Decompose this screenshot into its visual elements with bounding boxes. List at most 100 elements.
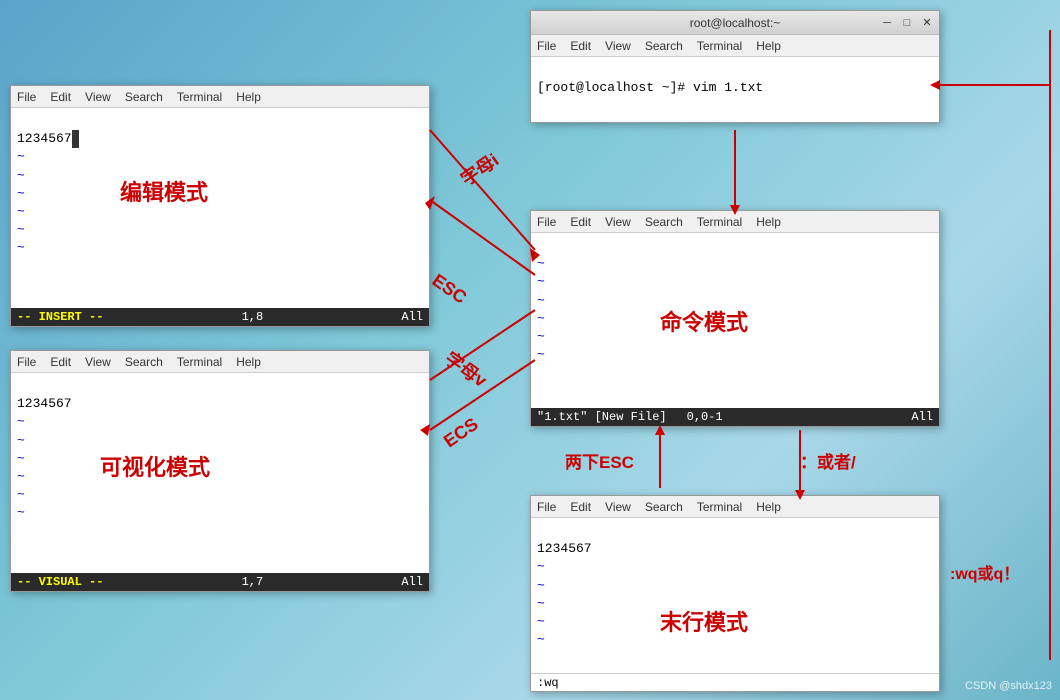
menu-search[interactable]: Search: [645, 39, 683, 53]
ll-menu-help[interactable]: Help: [756, 500, 781, 514]
cmd-menu-search[interactable]: Search: [645, 215, 683, 229]
menu-terminal[interactable]: Terminal: [697, 39, 742, 53]
ll-tilde4: ~: [537, 614, 545, 629]
ll-menu-edit[interactable]: Edit: [570, 500, 591, 514]
insert-menu-file[interactable]: File: [17, 90, 36, 104]
minimize-btn[interactable]: ─: [879, 15, 895, 31]
lastline-cmdline: :wq: [531, 673, 939, 691]
insert-tilde4: ~: [17, 204, 25, 219]
visual-all: All: [401, 575, 423, 589]
cmd-menu-terminal[interactable]: Terminal: [697, 215, 742, 229]
menu-view[interactable]: View: [605, 39, 631, 53]
edit-mode-annotation: 编辑模式: [120, 175, 208, 207]
ll-tilde2: ~: [537, 578, 545, 593]
insert-tilde1: ~: [17, 149, 25, 164]
ll-menu-search[interactable]: Search: [645, 500, 683, 514]
insert-statusbar: -- INSERT -- 1,8 All: [11, 308, 429, 326]
visual-mode-label: -- VISUAL --: [17, 575, 103, 589]
cmd-tilde4: ~: [537, 311, 545, 326]
two-esc-annotation: 两下ESC: [565, 448, 634, 473]
ll-tilde5: ~: [537, 632, 545, 647]
visual-line1: 1234567: [17, 396, 72, 411]
colon-or-slash-annotation: ：或者/: [800, 448, 856, 473]
ll-tilde1: ~: [537, 559, 545, 574]
insert-menu-search[interactable]: Search: [125, 90, 163, 104]
insert-line1: 1234567: [17, 131, 79, 146]
visual-tilde3: ~: [17, 451, 25, 466]
visual-menu-help[interactable]: Help: [236, 355, 261, 369]
insert-tilde5: ~: [17, 222, 25, 237]
visual-position: 1,7: [242, 575, 264, 589]
watermark: CSDN @shdx123: [965, 680, 1052, 692]
letter-v-annotation: 字母v: [440, 345, 493, 393]
visual-mode-window: File Edit View Search Terminal Help 1234…: [10, 350, 430, 592]
visual-tilde1: ~: [17, 414, 25, 429]
maximize-btn[interactable]: □: [899, 15, 915, 31]
top-terminal-title: root@localhost:~: [690, 16, 781, 30]
letter-i-annotation: 字母i: [455, 146, 504, 191]
command-mode-annotation: 命令模式: [660, 305, 748, 337]
ll-menu-terminal[interactable]: Terminal: [697, 500, 742, 514]
lastline-mode-window: File Edit View Search Terminal Help 1234…: [530, 495, 940, 692]
insert-position: 1,8: [242, 310, 264, 324]
visual-tilde2: ~: [17, 433, 25, 448]
command-menubar: File Edit View Search Terminal Help: [531, 211, 939, 233]
top-terminal-menubar: File Edit View Search Terminal Help: [531, 35, 939, 57]
visual-menu-view[interactable]: View: [85, 355, 111, 369]
command-statusbar: "1.txt" [New File] 0,0-1 All: [531, 408, 939, 426]
visual-menubar: File Edit View Search Terminal Help: [11, 351, 429, 373]
cmd-tilde2: ~: [537, 274, 545, 289]
insert-menu-view[interactable]: View: [85, 90, 111, 104]
menu-help[interactable]: Help: [756, 39, 781, 53]
ecs-annotation: ECS: [440, 414, 482, 452]
top-terminal-titlebar: root@localhost:~ ─ □ ✕: [531, 11, 939, 35]
menu-edit[interactable]: Edit: [570, 39, 591, 53]
insert-mode-label: -- INSERT --: [17, 310, 103, 324]
cmd-menu-edit[interactable]: Edit: [570, 215, 591, 229]
insert-tilde2: ~: [17, 168, 25, 183]
top-terminal-content: [root@localhost ~]# vim 1.txt: [531, 57, 939, 122]
visual-statusbar: -- VISUAL -- 1,7 All: [11, 573, 429, 591]
insert-menu-help[interactable]: Help: [236, 90, 261, 104]
cmd-menu-view[interactable]: View: [605, 215, 631, 229]
cmd-menu-help[interactable]: Help: [756, 215, 781, 229]
cmd-status-pos: 0,0-1: [687, 410, 723, 424]
lastline-mode-content: 1234567 ~ ~ ~ ~ ~: [531, 518, 939, 673]
insert-mode-content: 1234567 ~ ~ ~ ~ ~ ~: [11, 108, 429, 308]
insert-mode-window: File Edit View Search Terminal Help 1234…: [10, 85, 430, 327]
visual-menu-terminal[interactable]: Terminal: [177, 355, 222, 369]
top-terminal-window: root@localhost:~ ─ □ ✕ File Edit View Se…: [530, 10, 940, 123]
wq-annotation: :wq或q！: [950, 560, 1019, 584]
visual-mode-annotation: 可视化模式: [100, 450, 210, 482]
ll-menu-view[interactable]: View: [605, 500, 631, 514]
cmd-tilde1: ~: [537, 256, 545, 271]
cmd-status-all: All: [911, 410, 933, 424]
insert-menu-terminal[interactable]: Terminal: [177, 90, 222, 104]
esc-annotation: ESC: [428, 270, 470, 308]
cmd-tilde6: ~: [537, 347, 545, 362]
visual-tilde5: ~: [17, 487, 25, 502]
visual-tilde4: ~: [17, 469, 25, 484]
close-btn[interactable]: ✕: [919, 15, 935, 31]
insert-tilde3: ~: [17, 186, 25, 201]
insert-tilde6: ~: [17, 240, 25, 255]
lastline-mode-annotation: 末行模式: [660, 605, 748, 637]
ll-line1: 1234567: [537, 541, 592, 556]
visual-menu-search[interactable]: Search: [125, 355, 163, 369]
visual-mode-content: 1234567 ~ ~ ~ ~ ~ ~: [11, 373, 429, 573]
cmd-menu-file[interactable]: File: [537, 215, 556, 229]
lastline-cmd: :wq: [537, 676, 559, 690]
lastline-menubar: File Edit View Search Terminal Help: [531, 496, 939, 518]
prompt-line: [root@localhost ~]# vim 1.txt: [537, 80, 763, 95]
insert-menu-edit[interactable]: Edit: [50, 90, 71, 104]
cmd-tilde5: ~: [537, 329, 545, 344]
cmd-tilde3: ~: [537, 293, 545, 308]
ll-menu-file[interactable]: File: [537, 500, 556, 514]
visual-menu-edit[interactable]: Edit: [50, 355, 71, 369]
visual-menu-file[interactable]: File: [17, 355, 36, 369]
insert-all: All: [401, 310, 423, 324]
menu-file[interactable]: File: [537, 39, 556, 53]
cmd-status-file: "1.txt" [New File]: [537, 410, 667, 424]
ll-tilde3: ~: [537, 596, 545, 611]
visual-tilde6: ~: [17, 505, 25, 520]
